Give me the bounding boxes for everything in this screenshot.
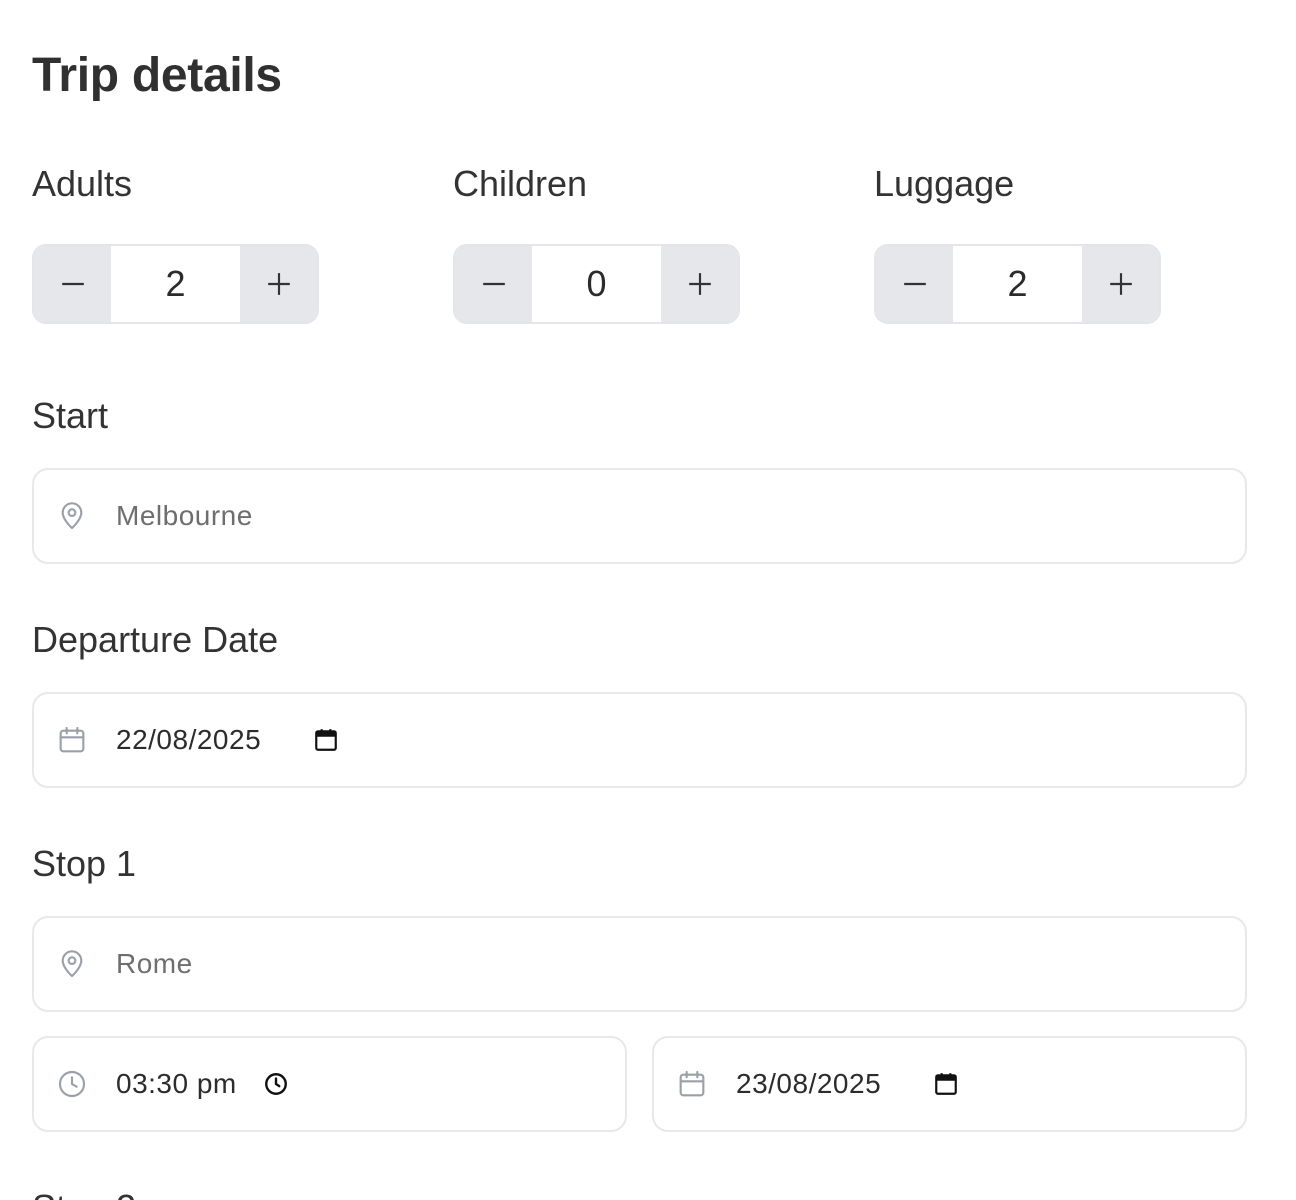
departure-date-label: Departure Date — [32, 619, 279, 660]
start-label: Start — [32, 395, 109, 436]
adults-increment-button[interactable] — [240, 246, 317, 322]
calendar-icon — [676, 1068, 708, 1100]
departure-date-value: 22/08/2025 — [116, 724, 262, 755]
stop-1-date-input[interactable]: 23/08/2025 — [652, 1036, 1247, 1132]
clock-icon — [56, 1068, 88, 1100]
calendar-icon — [56, 724, 88, 756]
minus-icon — [903, 282, 926, 286]
plus-icon — [267, 273, 290, 295]
stop-1-time-value: 03:30 pm — [116, 1068, 237, 1099]
adults-label: Adults — [32, 163, 133, 204]
stop-1-location-input[interactable]: Rome — [32, 916, 1247, 1012]
location-pin-icon — [56, 500, 88, 532]
luggage-stepper: 2 — [874, 244, 1161, 324]
stop-1-placeholder: Rome — [116, 948, 193, 979]
stop-1-label: Stop 1 — [32, 843, 137, 884]
children-stepper: 0 — [453, 244, 740, 324]
time-picker-icon[interactable] — [263, 1071, 289, 1097]
start-location-input[interactable]: Melbourne — [32, 468, 1247, 564]
plus-icon — [688, 273, 711, 295]
children-increment-button[interactable] — [661, 246, 738, 322]
adults-value[interactable]: 2 — [111, 246, 240, 322]
adults-counter: Adults 2 — [32, 162, 319, 324]
departure-date-input[interactable]: 22/08/2025 — [32, 692, 1247, 788]
adults-stepper: 2 — [32, 244, 319, 324]
luggage-value[interactable]: 2 — [953, 246, 1082, 322]
luggage-label: Luggage — [874, 163, 1015, 204]
children-counter: Children 0 — [453, 162, 740, 324]
luggage-counter: Luggage 2 — [874, 162, 1161, 324]
luggage-increment-button[interactable] — [1082, 246, 1159, 322]
luggage-decrement-button[interactable] — [876, 246, 953, 322]
stop-1-date-value: 23/08/2025 — [736, 1068, 882, 1099]
stop-1-time-input[interactable]: 03:30 pm — [32, 1036, 627, 1132]
stop-2-label: Stop 2 — [32, 1186, 136, 1200]
children-decrement-button[interactable] — [455, 246, 532, 322]
minus-icon — [482, 282, 505, 286]
location-pin-icon — [56, 948, 88, 980]
plus-icon — [1109, 273, 1132, 295]
calendar-picker-icon[interactable] — [933, 1071, 959, 1097]
minus-icon — [61, 282, 84, 286]
children-value[interactable]: 0 — [532, 246, 661, 322]
calendar-picker-icon[interactable] — [313, 727, 339, 753]
start-placeholder: Melbourne — [116, 500, 253, 531]
page-title: Trip details — [32, 49, 282, 102]
children-label: Children — [453, 163, 588, 204]
adults-decrement-button[interactable] — [34, 246, 111, 322]
